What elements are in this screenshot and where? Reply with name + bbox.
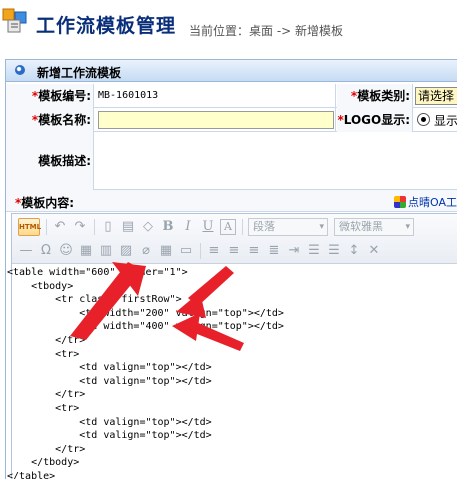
source-line: </tr>: [7, 389, 86, 401]
align-justify-icon[interactable]: ≣: [266, 243, 282, 259]
table-icon[interactable]: ▦: [78, 243, 94, 259]
type-cell: 请选择: [415, 84, 457, 108]
template-type-select[interactable]: 请选择: [415, 87, 457, 105]
oa-logo-icon: [394, 196, 406, 208]
description-label: 模板描述:: [6, 132, 94, 190]
logo-label: *LOGO显示:: [337, 108, 413, 132]
description-textarea[interactable]: [96, 132, 457, 190]
source-line: <td valign="top"></td>: [7, 430, 212, 442]
italic-icon[interactable]: I: [180, 219, 196, 235]
form-row-content: *模板内容: 点晴OA工: [6, 190, 457, 212]
font-border-icon[interactable]: A: [220, 219, 236, 235]
unordered-list-icon[interactable]: ☰: [326, 243, 342, 259]
indent-icon[interactable]: ⇥: [286, 243, 302, 259]
logo-cell: 显示: [415, 108, 457, 132]
rich-text-editor: HTML ↶ ↷ ▯ ▤ ◇ B I U A 段落 微软雅黑 — Ω ☺ ▦: [7, 213, 457, 479]
ordered-list-icon[interactable]: ☰: [306, 243, 322, 259]
align-right-icon[interactable]: ≡: [246, 243, 262, 259]
logo-show-label[interactable]: 显示: [434, 112, 457, 129]
logo-show-radio[interactable]: [417, 113, 430, 126]
panel-title: 新增工作流模板: [37, 66, 122, 80]
code-label: *模板编号:: [6, 84, 94, 108]
template-icon[interactable]: ▥: [98, 243, 114, 259]
special-char-icon[interactable]: Ω: [38, 243, 54, 259]
form-row-code: *模板编号: MB-1601013 *模板类别: 请选择: [6, 84, 457, 108]
toolbar-row-2: — Ω ☺ ▦ ▥ ▨ ⌀ ▦ ▭ ≡ ≡ ≡ ≣ ⇥ ☰ ☰ ↕ ✕: [16, 240, 457, 262]
content-label: *模板内容:: [15, 196, 75, 210]
source-line: <tr>: [7, 402, 80, 414]
source-line: <td valign="top"></td>: [7, 375, 212, 387]
align-left-icon[interactable]: ≡: [206, 243, 222, 259]
page-header: 工作流模板管理 当前位置：桌面 -> 新增模板: [0, 0, 457, 50]
paste-icon[interactable]: ▤: [120, 219, 136, 235]
new-template-panel: 新增工作流模板 *模板编号: MB-1601013 *模板类别: 请选择 *模板…: [5, 59, 457, 479]
underline-icon[interactable]: U: [200, 219, 216, 235]
workflow-logo-icon: [2, 8, 27, 33]
attachment-icon[interactable]: ⌀: [138, 243, 154, 259]
pagebreak-icon[interactable]: ▭: [178, 243, 194, 259]
toolbar-divider: [242, 219, 243, 235]
new-document-icon[interactable]: ▯: [100, 219, 116, 235]
source-line: <tbody>: [7, 280, 74, 292]
source-line: <td valign="top"></td>: [7, 362, 212, 374]
form-row-name: *模板名称: *LOGO显示: 显示: [6, 108, 457, 132]
template-name-input[interactable]: [98, 111, 334, 129]
code-cell: MB-1601013: [96, 84, 336, 108]
align-center-icon[interactable]: ≡: [226, 243, 242, 259]
source-line: </tr>: [7, 334, 86, 346]
source-line: <td width="200" valign="top"></td>: [7, 307, 284, 319]
name-label: *模板名称:: [6, 108, 94, 132]
image-icon[interactable]: ▨: [118, 243, 134, 259]
source-line: <td valign="top"></td>: [7, 416, 212, 428]
toolbar-divider: [200, 243, 201, 259]
source-line: </tr>: [7, 443, 86, 455]
source-line: </tbody>: [7, 457, 80, 469]
eraser-icon[interactable]: ◇: [140, 219, 156, 235]
redo-icon[interactable]: ↷: [72, 219, 88, 235]
paragraph-format-select[interactable]: 段落: [248, 218, 328, 236]
name-cell: [96, 108, 336, 132]
type-label: *模板类别:: [337, 84, 413, 108]
source-line: <tr>: [7, 348, 80, 360]
oa-link[interactable]: 点晴OA工: [394, 194, 457, 210]
source-line: </table>: [7, 470, 56, 479]
html-source-textarea[interactable]: <table width="600" border="1"> <tbody> <…: [7, 265, 457, 479]
source-line: <tr class="firstRow">: [7, 294, 182, 306]
source-line: <td width="400" valign="top"></td>: [7, 321, 284, 333]
undo-icon[interactable]: ↶: [52, 219, 68, 235]
panel-bullet-icon: [15, 65, 25, 75]
remove-format-icon[interactable]: ✕: [366, 243, 382, 259]
template-code-field[interactable]: MB-1601013: [96, 87, 336, 105]
horizontal-rule-icon[interactable]: —: [18, 243, 34, 259]
font-family-select[interactable]: 微软雅黑: [334, 218, 414, 236]
source-line: <table width="600" border="1">: [7, 267, 188, 278]
toolbar-divider: [94, 219, 95, 235]
page-title: 工作流模板管理: [36, 15, 177, 37]
toolbar-divider: [46, 219, 47, 235]
breadcrumb: 当前位置：桌面 -> 新增模板: [189, 24, 344, 38]
line-height-icon[interactable]: ↕: [346, 243, 362, 259]
html-source-button[interactable]: HTML: [18, 218, 41, 236]
grid-icon[interactable]: ▦: [158, 243, 174, 259]
bold-icon[interactable]: B: [160, 219, 176, 235]
form-row-description: 模板描述:: [6, 132, 457, 190]
panel-header: 新增工作流模板: [6, 60, 457, 82]
editor-toolbar: HTML ↶ ↷ ▯ ▤ ◇ B I U A 段落 微软雅黑 — Ω ☺ ▦: [12, 214, 457, 264]
emoticon-icon[interactable]: ☺: [58, 243, 74, 259]
toolbar-row-1: HTML ↶ ↷ ▯ ▤ ◇ B I U A 段落 微软雅黑: [16, 216, 457, 238]
